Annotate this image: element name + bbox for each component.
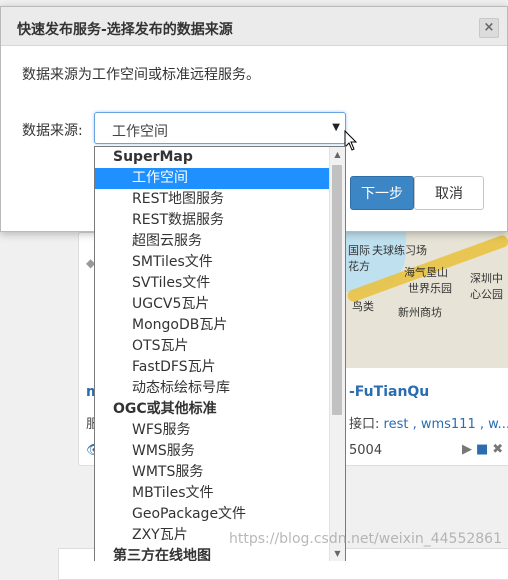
cancel-button[interactable]: 取消 <box>414 176 484 210</box>
select-value: 工作空间 <box>112 124 168 140</box>
dropdown-option[interactable]: 超图云服务 <box>95 231 331 252</box>
dropdown-option[interactable]: OTS瓦片 <box>95 336 331 357</box>
scroll-thumb[interactable] <box>332 165 342 415</box>
dropdown-option[interactable]: UGCV5瓦片 <box>95 294 331 315</box>
service-port: 5004 <box>349 443 383 458</box>
dropdown-option[interactable]: REST地图服务 <box>95 189 331 210</box>
scroll-up-icon[interactable]: ▲ <box>330 147 345 162</box>
dropdown-group-header: OGC或其他标准 <box>113 401 217 417</box>
dialog-description: 数据来源为工作空间或标准远程服务。 <box>22 67 260 83</box>
mouse-cursor-icon <box>344 130 358 151</box>
dropdown-option[interactable]: 动态标绘标号库 <box>95 378 331 399</box>
map-label: 鸟类 <box>352 300 374 313</box>
dropdown-option[interactable]: WFS服务 <box>95 420 331 441</box>
interface-links[interactable]: rest , wms111 , w... <box>384 417 508 432</box>
data-source-dropdown[interactable]: SuperMap 工作空间 REST地图服务 REST数据服务 超图云服务 SMTiles… <box>94 146 346 561</box>
interface-label: 接口: <box>349 417 384 432</box>
dropdown-scrollbar[interactable]: ▲ ▼ <box>329 147 345 561</box>
dialog-header: 快速发布服务-选择发布的数据来源 × <box>1 7 507 46</box>
play-icon[interactable]: ▶ <box>462 442 472 457</box>
delete-icon[interactable]: ✖ <box>492 442 503 457</box>
service-interfaces: 接口: rest , wms111 , w... <box>349 413 508 432</box>
dropdown-option[interactable]: WMTS服务 <box>95 462 331 483</box>
map-label: 心公园 <box>470 288 503 301</box>
watermark: https://blog.csdn.net/weixin_44552861 <box>228 531 502 547</box>
dropdown-option[interactable]: FastDFS瓦片 <box>95 357 331 378</box>
dropdown-group-header: SuperMap <box>113 149 193 165</box>
data-source-select[interactable]: 工作空间 ▼ <box>94 112 346 144</box>
map-label: 国际 <box>348 244 370 257</box>
dropdown-option[interactable]: SMTiles文件 <box>95 252 331 273</box>
dropdown-group-header: 第三方在线地图 <box>113 548 211 561</box>
scroll-down-icon[interactable]: ▼ <box>330 546 345 561</box>
source-label: 数据来源: <box>22 123 83 139</box>
close-icon[interactable]: × <box>479 18 499 38</box>
map-label: 世界乐园 <box>408 282 452 295</box>
service-title[interactable]: -FuTianQu <box>349 384 429 400</box>
next-button[interactable]: 下一步 <box>350 176 414 210</box>
service-controls: ▶ ■ ✖ <box>462 442 507 457</box>
dropdown-option[interactable]: SVTiles文件 <box>95 273 331 294</box>
dropdown-option[interactable]: GeoPackage文件 <box>95 504 331 525</box>
dropdown-option[interactable]: 工作空间 <box>95 168 331 189</box>
chevron-down-icon[interactable]: ▼ <box>332 122 340 133</box>
stop-icon[interactable]: ■ <box>476 442 488 457</box>
map-label: 海气垦山 <box>404 266 448 279</box>
dropdown-option[interactable]: REST数据服务 <box>95 210 331 231</box>
map-thumbnail[interactable]: 国际 夫球练习场 花方 海气垦山 深圳中 心公园 世界乐园 新州商坊 鸟类 <box>346 232 508 368</box>
map-label: 夫球练习场 <box>372 244 427 257</box>
dropdown-list: SuperMap 工作空间 REST地图服务 REST数据服务 超图云服务 SMTiles… <box>95 147 331 561</box>
map-label: 花方 <box>348 260 370 273</box>
dropdown-option[interactable]: MongoDB瓦片 <box>95 315 331 336</box>
dropdown-option[interactable]: WMS服务 <box>95 441 331 462</box>
map-label: 深圳中 <box>470 272 503 285</box>
dialog-title: 快速发布服务-选择发布的数据来源 <box>17 22 233 38</box>
map-label: 新州商坊 <box>398 306 442 319</box>
dropdown-option[interactable]: MBTiles文件 <box>95 483 331 504</box>
